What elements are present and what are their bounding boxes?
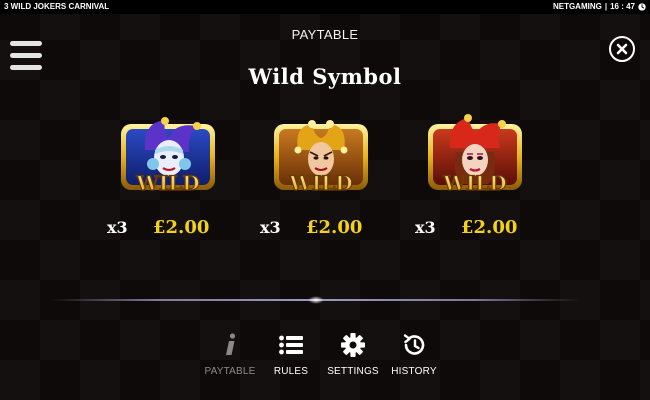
wild-symbol-blue: WILD (115, 112, 221, 200)
payout-amount: £2.00 (306, 217, 363, 238)
payout-row: x3 £2.00 (415, 217, 517, 241)
game-title: 3 WILD JOKERS CARNIVAL (4, 2, 110, 11)
wild-badge: WILD (135, 171, 199, 195)
payout-row: x3 £2.00 (260, 217, 362, 241)
divider-glow (308, 296, 324, 304)
nav-settings-label: SETTINGS (327, 366, 379, 377)
wild-symbol-red: WILD (422, 112, 528, 200)
page-title: PAYTABLE (291, 27, 359, 42)
nav-settings[interactable]: SETTINGS (318, 332, 388, 380)
clock-icon (638, 3, 646, 11)
top-bar-right: NETGAMING | 16 : 47 (553, 0, 646, 14)
nav-rules[interactable]: RULES (256, 332, 326, 380)
wild-badge: WILD (442, 171, 506, 195)
nav-rules-label: RULES (273, 366, 309, 377)
nav-history[interactable]: HISTORY (379, 332, 449, 380)
wild-badge: WILD (288, 171, 352, 195)
provider-name: NETGAMING (552, 2, 602, 11)
nav-history-label: HISTORY (391, 366, 437, 377)
info-icon (226, 333, 236, 355)
multiplier: x3 (107, 218, 128, 237)
multiplier: x3 (260, 218, 281, 237)
nav-paytable[interactable]: PAYTABLE (195, 332, 265, 380)
multiplier: x3 (415, 218, 436, 237)
nav-paytable-label: PAYTABLE (204, 366, 256, 377)
close-button[interactable] (609, 36, 635, 62)
close-icon (616, 43, 628, 55)
section-title: Wild Symbol (248, 64, 402, 89)
blue-jester-icon: WILD (121, 117, 215, 196)
payout-amount: £2.00 (461, 217, 518, 238)
gold-jester-icon: WILD (274, 120, 368, 196)
top-bar-separator: | (604, 2, 608, 11)
top-status-bar: 3 WILD JOKERS CARNIVAL NETGAMING | 16 : … (0, 0, 650, 14)
gear-icon (341, 333, 365, 357)
history-icon (403, 334, 425, 355)
payout-row: x3 £2.00 (107, 217, 209, 241)
payout-amount: £2.00 (153, 217, 210, 238)
red-jester-icon: WILD (428, 114, 522, 196)
clock-time: 16 : 47 (610, 2, 635, 11)
wild-symbol-gold: WILD (268, 112, 374, 200)
list-icon (279, 335, 303, 355)
